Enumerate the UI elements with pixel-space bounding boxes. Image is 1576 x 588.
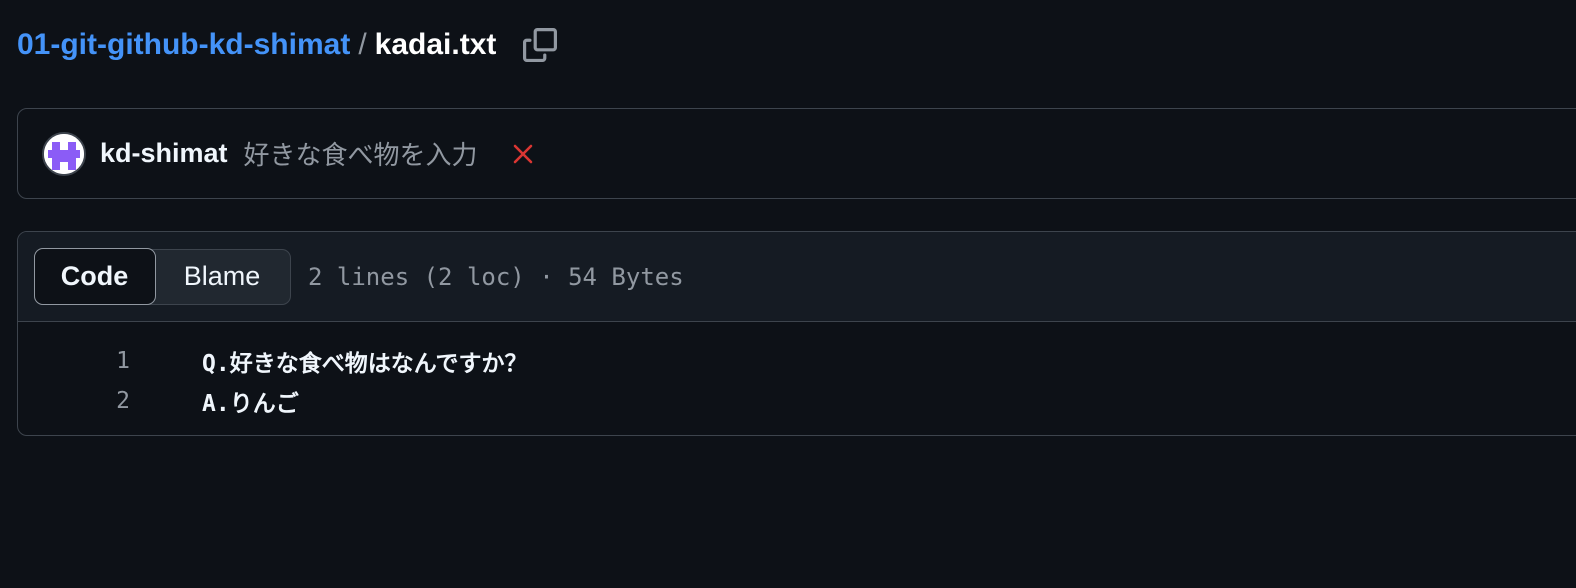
breadcrumb-file-name: kadai.txt (374, 28, 497, 61)
copy-path-button[interactable] (522, 27, 558, 63)
file-viewer: Code Blame 2 lines (2 loc) · 54 Bytes 1 … (17, 231, 1576, 436)
copy-icon (523, 28, 558, 62)
file-stats: 2 lines (2 loc) · 54 Bytes (308, 262, 684, 291)
line-text: Q.好きな食べ物はなんですか？ (202, 351, 528, 377)
code-line: 1 Q.好きな食べ物はなんですか？ (18, 341, 1576, 381)
tab-code[interactable]: Code (33, 248, 156, 305)
breadcrumb-separator: / (358, 28, 367, 61)
breadcrumb: 01-git-github-kd-shimat / kadai.txt (17, 24, 558, 66)
tab-blame[interactable]: Blame (154, 250, 290, 304)
commit-message-link[interactable]: 好きな食べ物を入力 (244, 135, 478, 172)
commit-status-button[interactable] (510, 141, 536, 167)
code-line: 2 A.りんご (18, 381, 1576, 421)
line-text: A.りんご (202, 391, 299, 417)
code-content: 1 Q.好きな食べ物はなんですか？ 2 A.りんご (18, 322, 1576, 421)
file-header: Code Blame 2 lines (2 loc) · 54 Bytes (18, 232, 1576, 322)
avatar-identicon (44, 133, 84, 174)
breadcrumb-repo-link[interactable]: 01-git-github-kd-shimat (17, 28, 350, 62)
latest-commit-box: kd-shimat 好きな食べ物を入力 (17, 108, 1576, 199)
line-number[interactable]: 2 (18, 388, 130, 414)
view-mode-toggle: Code Blame (33, 248, 291, 305)
author-avatar[interactable] (42, 131, 86, 176)
x-icon (513, 144, 532, 163)
commit-author-link[interactable]: kd-shimat (100, 138, 228, 169)
line-number[interactable]: 1 (18, 348, 130, 374)
